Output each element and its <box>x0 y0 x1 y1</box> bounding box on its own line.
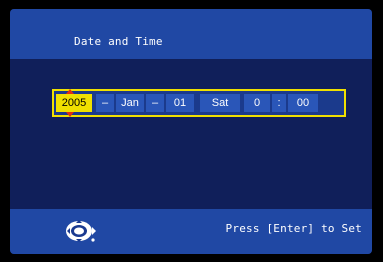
increment-arrow-icon[interactable] <box>66 89 74 94</box>
page-title: Date and Time <box>74 35 163 48</box>
title-bar: Date and Time <box>10 9 372 59</box>
enter-hint: Press [Enter] to Set <box>225 222 362 235</box>
day-field[interactable]: 01 <box>166 94 194 112</box>
camera-menu-screen: Date and Time 2005 – Jan – 01 Sat 0 : 00… <box>10 9 372 254</box>
minute-field[interactable]: 00 <box>288 94 318 112</box>
separator-dash: – <box>146 94 164 112</box>
content-area <box>10 59 372 209</box>
year-field[interactable]: 2005 <box>56 89 92 117</box>
year-value: 2005 <box>61 97 87 109</box>
separator-dash: – <box>96 94 114 112</box>
date-time-editor[interactable]: 2005 – Jan – 01 Sat 0 : 00 <box>52 89 346 117</box>
time-colon: : <box>272 94 286 112</box>
joystick-icon <box>66 220 96 242</box>
decrement-arrow-icon[interactable] <box>66 112 74 117</box>
hour-field[interactable]: 0 <box>244 94 270 112</box>
month-field[interactable]: Jan <box>116 94 144 112</box>
footer-bar: Press [Enter] to Set <box>10 209 372 254</box>
weekday-field: Sat <box>200 94 240 112</box>
